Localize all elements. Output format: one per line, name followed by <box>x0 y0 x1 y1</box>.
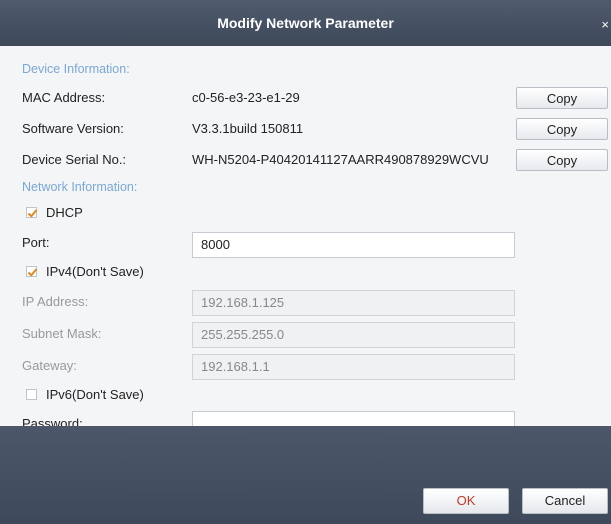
ipv6-label: IPv6(Don't Save) <box>46 387 144 402</box>
copy-serial-button[interactable]: Copy <box>516 149 608 171</box>
port-label: Port: <box>22 235 50 250</box>
gateway-label: Gateway: <box>22 358 77 373</box>
subnet-mask-input[interactable]: 255.255.255.0 <box>192 322 515 348</box>
serial-number-value: WH-N5204-P40420141127AARR490878929WCVU <box>192 152 489 167</box>
mac-address-label: MAC Address: <box>22 90 106 105</box>
copy-mac-button[interactable]: Copy <box>516 87 608 109</box>
dialog-title: Modify Network Parameter <box>217 15 394 31</box>
network-info-section-label: Network Information: <box>22 180 138 194</box>
ok-button[interactable]: OK <box>423 488 509 514</box>
software-version-value: V3.3.1build 150811 <box>192 121 304 136</box>
dhcp-checkbox[interactable]: DHCP <box>26 205 83 220</box>
cancel-button[interactable]: Cancel <box>522 488 608 514</box>
close-icon[interactable]: × <box>601 18 609 31</box>
ipv4-checkbox[interactable]: IPv4(Don't Save) <box>26 264 144 279</box>
mac-address-value: c0-56-e3-23-e1-29 <box>192 90 300 105</box>
dialog-titlebar: Modify Network Parameter × <box>0 0 611 46</box>
gateway-input[interactable]: 192.168.1.1 <box>192 354 515 380</box>
software-version-label: Software Version: <box>22 121 124 136</box>
subnet-mask-label: Subnet Mask: <box>22 326 102 341</box>
copy-software-version-button[interactable]: Copy <box>516 118 608 140</box>
ip-address-label: IP Address: <box>22 294 89 309</box>
ip-address-input[interactable]: 192.168.1.125 <box>192 290 515 316</box>
port-input[interactable]: 8000 <box>192 232 515 258</box>
checkbox-checked-icon[interactable] <box>26 207 37 218</box>
checkbox-unchecked-icon[interactable] <box>26 389 37 400</box>
dialog-footer <box>0 426 611 524</box>
checkbox-checked-icon[interactable] <box>26 266 37 277</box>
ipv4-label: IPv4(Don't Save) <box>46 264 144 279</box>
serial-number-label: Device Serial No.: <box>22 152 127 167</box>
dhcp-label: DHCP <box>46 205 83 220</box>
ipv6-checkbox[interactable]: IPv6(Don't Save) <box>26 387 144 402</box>
device-info-section-label: Device Information: <box>22 62 130 76</box>
